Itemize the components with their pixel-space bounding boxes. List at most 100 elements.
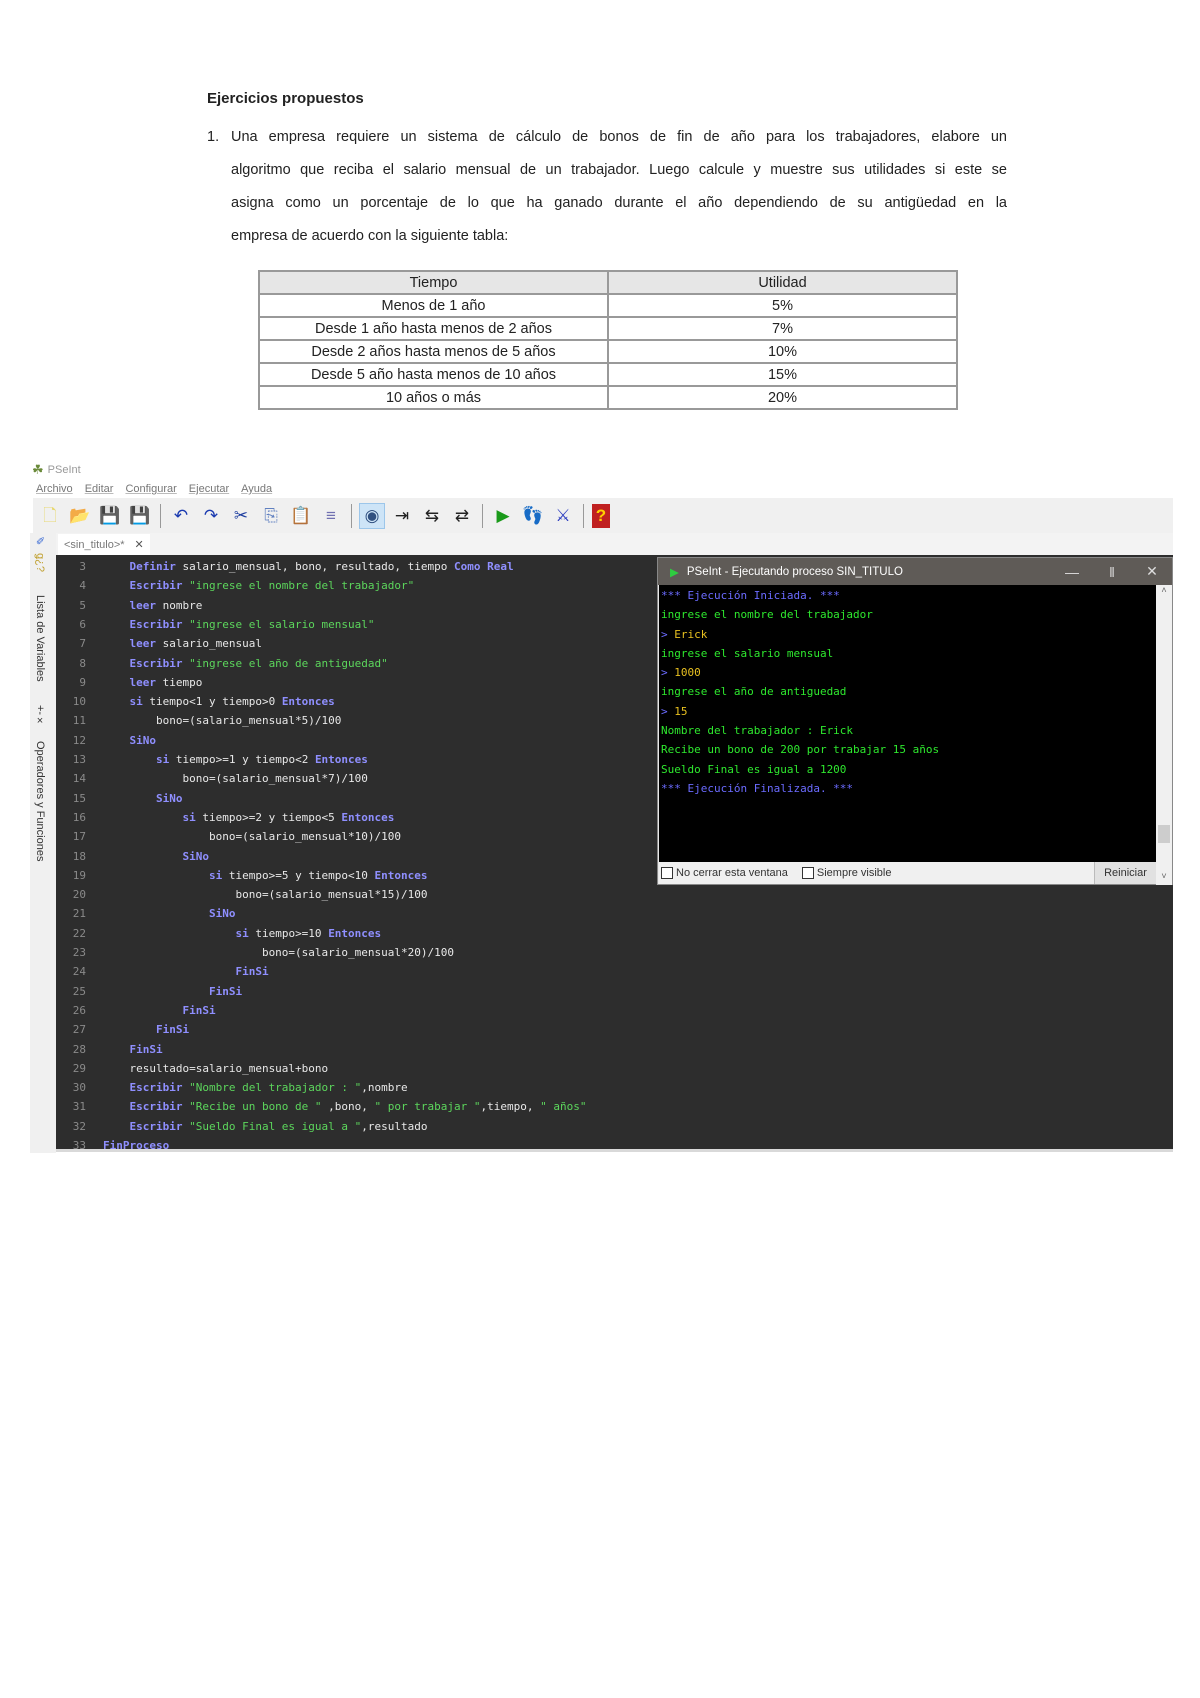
new-file-icon[interactable]: 🗋 — [38, 504, 62, 528]
help-icon[interactable]: ? — [592, 503, 610, 528]
code-token: Escribir — [103, 1081, 190, 1095]
edit-lines-icon[interactable]: ≡ — [319, 504, 343, 528]
code-token: ,nombre — [361, 1081, 408, 1095]
console-token: Recibe un bono de 200 por trabajar 15 añ… — [661, 743, 940, 757]
file-tab[interactable]: <sin_titulo>* ✕ — [58, 534, 150, 555]
line-number: 16 — [72, 810, 86, 824]
console-token: Sueldo Final es igual a 1200 — [661, 762, 847, 776]
paste-icon[interactable]: 📋 — [289, 504, 313, 528]
code-text: Definir salario_mensual, bono, resultado… — [103, 557, 514, 576]
line-number: 32 — [72, 1119, 86, 1133]
line-number: 30 — [72, 1081, 86, 1095]
console-line: Recibe un bono de 200 por trabajar 15 añ… — [659, 740, 1156, 759]
console-scrollbar[interactable]: ˄ ˅ — [1156, 585, 1172, 885]
flowchart-icon[interactable]: ⚔ — [551, 504, 575, 528]
redo-icon[interactable]: ↷ — [199, 504, 223, 528]
file-tab-label: <sin_titulo>* — [64, 538, 125, 551]
code-token: leer — [103, 675, 163, 689]
line-number: 11 — [72, 714, 86, 728]
line-number: 22 — [72, 926, 86, 940]
table-row: Desde 1 año hasta menos de 2 años 7% — [258, 316, 958, 341]
code-token: Escribir — [103, 1100, 190, 1114]
keep-open-checkbox[interactable]: No cerrar esta ventana — [661, 866, 788, 880]
menu-configurar[interactable]: Configurar — [125, 483, 176, 495]
save-icon[interactable]: 💾 — [98, 504, 122, 528]
line-number: 31 — [72, 1100, 86, 1114]
code-token: tiempo>=5 y tiempo<10 — [228, 868, 375, 882]
console-token: Nombre del trabajador : Erick — [661, 724, 854, 738]
line-number: 9 — [79, 675, 86, 689]
variables-watch-icon[interactable]: ◉ — [359, 502, 385, 529]
comment-icon[interactable]: ⇆ — [420, 504, 444, 528]
open-folder-icon[interactable]: 📂 — [68, 504, 92, 528]
console-title: PSeInt - Ejecutando proceso SIN_TITULO — [686, 565, 903, 578]
code-text: FinSi — [103, 1040, 162, 1059]
code-token: "Recibe un bono de " — [189, 1100, 322, 1114]
code-token: "ingrese el salario mensual" — [189, 617, 375, 631]
console-line: > Erick — [659, 625, 1156, 644]
code-token: Como Real — [454, 560, 514, 573]
always-visible-checkbox[interactable]: Siempre visible — [801, 867, 891, 880]
checkbox-icon[interactable] — [661, 867, 673, 880]
menu-archivo[interactable]: Archivo — [36, 483, 73, 495]
minimize-icon[interactable]: — — [1052, 558, 1092, 585]
tiempo-cell: Menos de 1 año — [258, 293, 609, 318]
side-tab-variables[interactable]: Lista de Variables — [34, 595, 46, 682]
code-token: si — [103, 926, 256, 940]
scroll-thumb[interactable] — [1158, 825, 1170, 843]
checkbox-icon[interactable] — [801, 867, 814, 880]
cut-icon[interactable]: ✂ — [229, 504, 253, 528]
line-number: 18 — [72, 849, 86, 863]
utilidad-cell: 5% — [607, 293, 958, 318]
close-icon[interactable]: ✕ — [1132, 558, 1172, 585]
code-token: FinSi — [103, 965, 269, 979]
code-token: leer — [103, 637, 163, 651]
menu-ejecutar[interactable]: Ejecutar — [189, 483, 229, 495]
line-number: 26 — [72, 1003, 86, 1017]
line-number: 14 — [72, 772, 86, 786]
tab-bar — [56, 533, 1173, 555]
code-text: leer nombre — [103, 596, 202, 615]
run-icon: ▶ — [670, 566, 679, 579]
menu-ayuda[interactable]: Ayuda — [241, 483, 272, 495]
table-row: Desde 2 años hasta menos de 5 años 10% — [258, 339, 958, 364]
uncomment-icon[interactable]: ⇄ — [450, 504, 474, 528]
undo-icon[interactable]: ↶ — [169, 504, 193, 528]
utilidad-cell: 15% — [607, 362, 958, 387]
pin-icon[interactable]: ✐ — [34, 535, 47, 548]
side-tab-operators[interactable]: Operadores y Funciones — [34, 741, 46, 861]
pseint-logo-icon: ☘ — [32, 462, 44, 477]
code-text: Escribir "Recibe un bono de " ,bono, " p… — [103, 1097, 586, 1116]
save-as-icon[interactable]: 💾 — [128, 504, 152, 528]
run-icon[interactable]: ▶ — [491, 504, 515, 528]
maximize-icon[interactable]: ‖ — [1092, 558, 1132, 585]
paragraph-line: 1. Una empresa requiere un sistema de cál… — [207, 121, 1007, 154]
console-token: > — [661, 627, 675, 641]
close-tab-icon[interactable]: ✕ — [135, 538, 144, 551]
console-token: *** Ejecución Finalizada. *** — [661, 781, 854, 795]
scroll-up-icon[interactable]: ˄ — [1156, 585, 1172, 595]
toolbar-separator — [482, 503, 483, 528]
code-token: salario_mensual — [162, 637, 262, 651]
paragraph-text: asigna como un porcentaje de lo que ha g… — [231, 195, 1007, 211]
code-token: Escribir — [103, 656, 190, 670]
restart-button[interactable]: Reiniciar — [1094, 862, 1156, 884]
keep-open-label: No cerrar esta ventana — [676, 866, 788, 879]
scroll-down-icon[interactable]: ˅ — [1156, 871, 1172, 881]
window-title: ☘ PSeInt — [32, 462, 81, 478]
line-number: 33 — [72, 1139, 86, 1152]
code-token: bono=(salario_mensual*15)/100 — [103, 888, 428, 902]
indent-icon[interactable]: ⇥ — [390, 504, 414, 528]
code-text: Escribir "ingrese el salario mensual" — [103, 615, 375, 634]
item-number: 1. — [207, 129, 220, 145]
console-title-bar[interactable]: ▶ PSeInt - Ejecutando proceso SIN_TITULO… — [658, 558, 1172, 585]
menu-editar[interactable]: Editar — [85, 483, 114, 495]
table-row: Desde 5 año hasta menos de 10 años 15% — [258, 362, 958, 387]
step-by-step-icon[interactable]: 👣 — [521, 504, 545, 528]
code-token: "ingrese el nombre del trabajador" — [189, 579, 415, 593]
code-text: si tiempo>=10 Entonces — [103, 924, 381, 943]
toolbar: 🗋 📂 💾 💾 ↶ ↷ ✂ ⎘ 📋 ≡ ◉ ⇥ ⇆ ⇄ ▶ 👣 ⚔? — [33, 498, 1173, 533]
copy-icon[interactable]: ⎘ — [259, 504, 283, 528]
code-text: Escribir "ingrese el año de antiguedad" — [103, 654, 387, 673]
paragraph-line: algoritmo que reciba el salario mensual … — [207, 154, 1007, 187]
